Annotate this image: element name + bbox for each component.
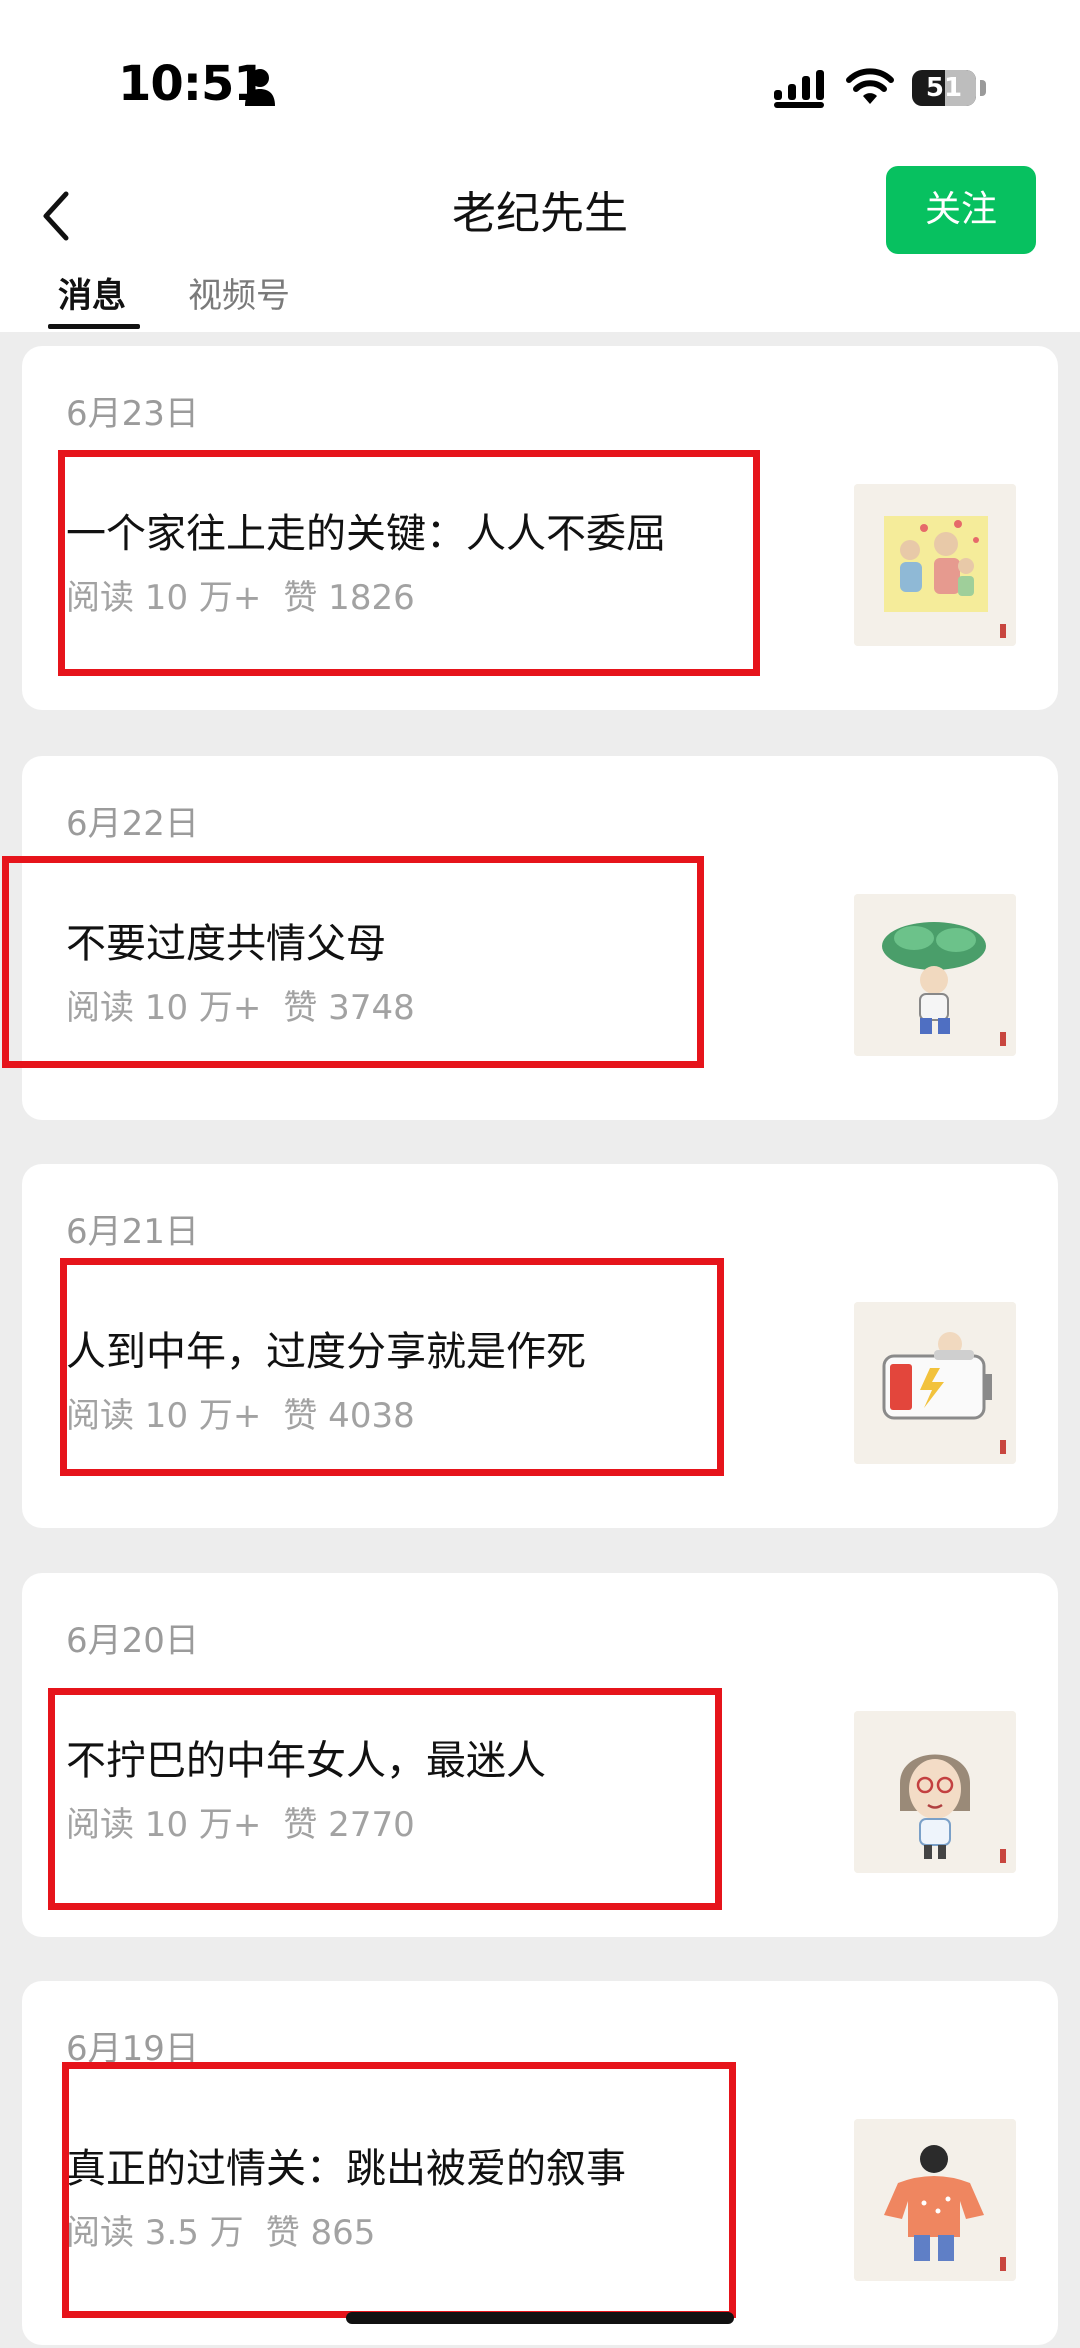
like-count: 赞 865 [265,2213,376,2253]
article-title[interactable]: 不要过度共情父母 [66,916,386,972]
article-date: 6月20日 [66,1621,199,1661]
woman-with-glasses-icon[interactable] [854,1711,1016,1873]
person-carrying-plant-icon[interactable] [854,894,1016,1056]
active-tab-indicator [48,324,140,329]
like-count: 赞 4038 [283,1396,415,1436]
wifi-icon [846,68,894,104]
article-title[interactable]: 不拧巴的中年女人，最迷人 [66,1733,546,1789]
article-stats: 阅读 10 万+ 赞 3748 [66,986,415,1030]
article-card[interactable]: 6月23日 一个家往上走的关键：人人不委屈 阅读 10 万+ 赞 1826 [22,346,1058,710]
article-card[interactable]: 6月21日 人到中年，过度分享就是作死 阅读 10 万+ 赞 4038 [22,1164,1058,1528]
article-stats: 阅读 3.5 万赞 865 [66,2211,375,2255]
article-title[interactable]: 真正的过情关：跳出被爱的叙事 [66,2141,626,2197]
person-in-sweater-icon[interactable] [854,2119,1016,2281]
like-count: 赞 1826 [283,578,415,618]
battery-tip [980,80,986,96]
article-stats: 阅读 10 万+ 赞 1826 [66,576,415,620]
article-stats: 阅读 10 万+ 赞 2770 [66,1803,415,1847]
family-illustration-icon[interactable] [854,484,1016,646]
article-card[interactable]: 6月19日 真正的过情关：跳出被爱的叙事 阅读 3.5 万赞 865 [22,1981,1058,2345]
article-title[interactable]: 一个家往上走的关键：人人不委屈 [66,506,666,562]
read-count: 阅读 3.5 万 [66,2213,244,2253]
tab-messages[interactable]: 消息 [58,268,126,324]
read-count: 阅读 10 万+ [66,578,262,618]
article-card[interactable]: 6月20日 不拧巴的中年女人，最迷人 阅读 10 万+ 赞 2770 [22,1573,1058,1937]
header: 老纪先生 关注 消息 视频号 [0,160,1080,332]
article-title[interactable]: 人到中年，过度分享就是作死 [66,1324,586,1380]
home-indicator [346,2312,734,2324]
read-count: 阅读 10 万+ [66,1396,262,1436]
article-stats: 阅读 10 万+ 赞 4038 [66,1394,415,1438]
battery-icon: 51 [912,70,976,106]
person-icon [245,69,275,106]
tired-battery-icon[interactable] [854,1302,1016,1464]
read-count: 阅读 10 万+ [66,988,262,1028]
article-date: 6月22日 [66,804,199,844]
battery-percent: 51 [925,73,963,103]
status-bar: 10:51 51 [0,0,1080,160]
article-card[interactable]: 6月22日 不要过度共情父母 阅读 10 万+ 赞 3748 [22,756,1058,1120]
article-date: 6月19日 [66,2029,199,2069]
article-date: 6月21日 [66,1212,199,1252]
signal-icon [774,70,824,108]
read-count: 阅读 10 万+ [66,1805,262,1845]
like-count: 赞 3748 [283,988,415,1028]
tab-channels[interactable]: 视频号 [188,268,290,324]
like-count: 赞 2770 [283,1805,415,1845]
follow-button[interactable]: 关注 [886,166,1036,254]
article-date: 6月23日 [66,394,199,434]
